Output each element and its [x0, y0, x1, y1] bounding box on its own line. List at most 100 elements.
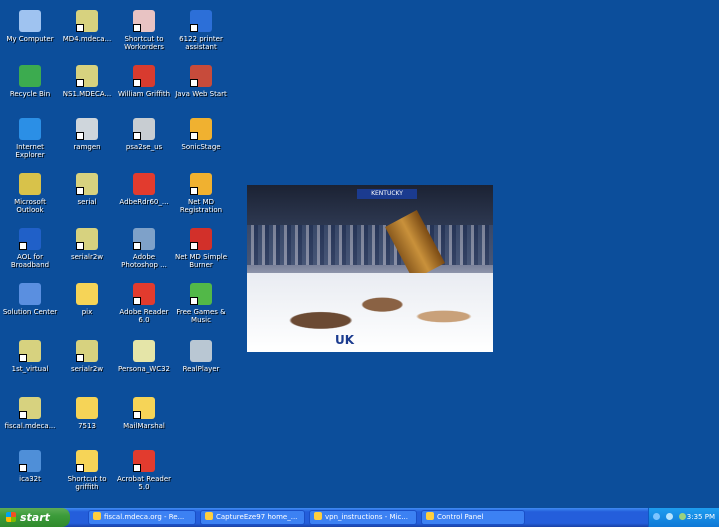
taskbar-button-label: CaptureEze97 home_...	[216, 513, 298, 521]
desktop-icon[interactable]: fiscal.mdeca...	[2, 397, 58, 430]
desktop-icon-label: SonicStage	[181, 143, 221, 151]
windows-logo-icon	[6, 512, 16, 522]
desktop-icon[interactable]: Recycle Bin	[2, 65, 58, 98]
desktop-icon[interactable]: Free Games & Music	[173, 283, 229, 324]
desktop-icon-label: MD4.mdeca...	[62, 35, 112, 43]
desktop-icon-label: 1st_virtual	[11, 365, 49, 373]
desktop-icon[interactable]: Persona_WC32	[116, 340, 172, 373]
capture-icon	[205, 512, 213, 520]
desktop-icon[interactable]: Adobe Reader 6.0	[116, 283, 172, 324]
netmd-icon	[190, 173, 212, 195]
desktop-icon[interactable]: AOL for Broadband	[2, 228, 58, 269]
desktop-icon[interactable]: 1st_virtual	[2, 340, 58, 373]
internet-explorer-icon	[19, 118, 41, 140]
desktop-icon-label: serialr2w	[70, 365, 104, 373]
desktop-icon-label: Java Web Start	[175, 90, 227, 98]
desktop-icon[interactable]: pix	[59, 283, 115, 316]
network-terminal-icon	[76, 10, 98, 32]
desktop-icon-label: Solution Center	[2, 308, 58, 316]
sonicstage-icon	[190, 118, 212, 140]
desktop-icon-label: Microsoft Outlook	[14, 198, 46, 214]
desktop-icon-label: ica32t	[19, 475, 41, 483]
pdf-icon	[133, 65, 155, 87]
desktop-icon[interactable]: NS1.MDECA...	[59, 65, 115, 98]
desktop-icon[interactable]: Shortcut to Workorders	[116, 10, 172, 51]
desktop-icon[interactable]: My Computer	[2, 10, 58, 43]
desktop-icon[interactable]: Net MD Simple Burner	[173, 228, 229, 269]
folder-icon	[133, 397, 155, 419]
desktop-icon-label: 7513	[78, 422, 96, 430]
desktop-icon-label: NS1.MDECA...	[62, 90, 112, 98]
clock[interactable]: 3:35 PM	[687, 508, 715, 527]
desktop-icon-label: fiscal.mdeca...	[4, 422, 56, 430]
desktop-icon[interactable]: AdbeRdr60_...	[116, 173, 172, 206]
taskbar-button-vpn-instructions[interactable]: vpn_instructions - Mic...	[309, 510, 417, 525]
desktop-icon[interactable]: ramgen	[59, 118, 115, 151]
acrobat-icon	[133, 450, 155, 472]
desktop-icon[interactable]: Shortcut to griffith	[59, 450, 115, 491]
desktop-icon-label: William Griffith	[117, 90, 171, 98]
desktop-icon[interactable]: 7513	[59, 397, 115, 430]
control-panel-icon	[426, 512, 434, 520]
solution-center-icon	[19, 283, 41, 305]
folder-icon	[76, 450, 98, 472]
desktop-icon[interactable]: MD4.mdeca...	[59, 10, 115, 43]
taskbar: start fiscal.mdeca.org - Re... CaptureEz…	[0, 508, 719, 527]
desktop-icon[interactable]: MailMarshal	[116, 397, 172, 430]
desktop-icon[interactable]: Solution Center	[2, 283, 58, 316]
desktop-icon[interactable]: Net MD Registration	[173, 173, 229, 214]
security-icon[interactable]	[679, 513, 687, 520]
photo-crowd	[247, 225, 493, 265]
adobe-reader-icon	[133, 283, 155, 305]
desktop-icon[interactable]: Internet Explorer	[2, 118, 58, 159]
recycle-bin-icon	[19, 65, 41, 87]
desktop-icon[interactable]: psa2se_us	[116, 118, 172, 151]
desktop-icon-label: Acrobat Reader 5.0	[117, 475, 171, 491]
desktop-icon-label: Net MD Registration	[179, 198, 223, 214]
desktop-icon[interactable]: SonicStage	[173, 118, 229, 151]
taskbar-button-control-panel[interactable]: Control Panel	[421, 510, 525, 525]
desktop-icon[interactable]: Acrobat Reader 5.0	[116, 450, 172, 491]
citrix-icon	[19, 450, 41, 472]
realplayer-icon	[76, 118, 98, 140]
photoshop-icon	[133, 228, 155, 250]
taskbar-button-fiscal[interactable]: fiscal.mdeca.org - Re...	[88, 510, 196, 525]
taskbar-button-label: fiscal.mdeca.org - Re...	[104, 513, 185, 521]
desktop-icon[interactable]: RealPlayer	[173, 340, 229, 373]
desktop-icon[interactable]: 6122 printer assistant	[173, 10, 229, 51]
photo-banner: KENTUCKY	[357, 189, 417, 199]
desktop-icon-label: Adobe Reader 6.0	[119, 308, 169, 324]
desktop-icon[interactable]: Java Web Start	[173, 65, 229, 98]
games-icon	[190, 283, 212, 305]
desktop-icon-label: RealPlayer	[182, 365, 220, 373]
desktop-icon[interactable]: William Griffith	[116, 65, 172, 98]
desktop-icon-label: ramgen	[73, 143, 101, 151]
hp-printer-icon	[190, 10, 212, 32]
start-button[interactable]: start	[0, 508, 70, 527]
desktop-icon[interactable]: serial	[59, 173, 115, 206]
desktop-icon[interactable]: Microsoft Outlook	[2, 173, 58, 214]
aol-icon	[19, 228, 41, 250]
desktop-icon[interactable]: serialr2w	[59, 340, 115, 373]
folder-icon	[76, 397, 98, 419]
realplayer-icon	[190, 340, 212, 362]
desktop-icon-label: AOL for Broadband	[10, 253, 50, 269]
desktop-wallpaper-photo: KENTUCKY UK	[247, 185, 493, 352]
start-label: start	[20, 511, 50, 524]
desktop-icon-label: serial	[77, 198, 97, 206]
desktop-icon-label: Internet Explorer	[15, 143, 45, 159]
desktop-icon[interactable]: Adobe Photoshop ...	[116, 228, 172, 269]
network-status-icon[interactable]	[653, 513, 660, 520]
desktop-icon[interactable]: serialr2w	[59, 228, 115, 261]
jersey-logo: UK	[335, 333, 355, 347]
desktop-icon-label: 6122 printer assistant	[179, 35, 223, 51]
taskbar-button-captureeze[interactable]: CaptureEze97 home_...	[200, 510, 305, 525]
outlook-icon	[19, 173, 41, 195]
desktop-icon[interactable]: ica32t	[2, 450, 58, 483]
application-icon	[133, 340, 155, 362]
network-terminal-icon	[76, 173, 98, 195]
desktop-icon-label: serialr2w	[70, 253, 104, 261]
volume-icon[interactable]	[666, 513, 674, 520]
network-terminal-icon	[76, 228, 98, 250]
taskbar-button-label: Control Panel	[437, 513, 484, 521]
